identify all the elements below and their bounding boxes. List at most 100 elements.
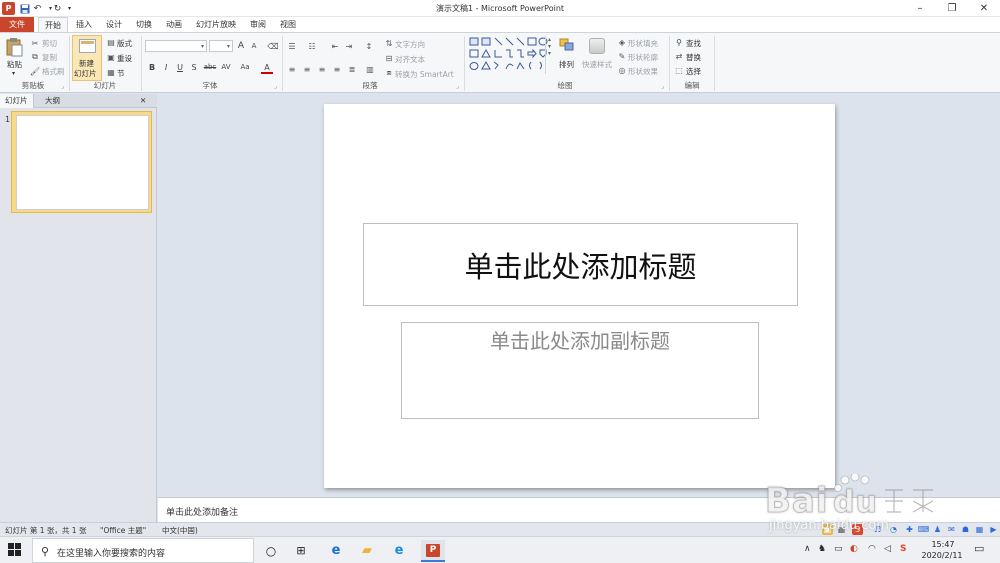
tab-file[interactable]: 文件 (0, 17, 34, 32)
sogou-s-icon[interactable]: S (852, 524, 863, 535)
cut-icon[interactable]: ✂ (30, 38, 40, 48)
file-explorer-icon[interactable]: ▰ (358, 542, 376, 559)
tab-slides[interactable]: 幻灯片 (0, 94, 34, 108)
tab-view[interactable]: 视图 (274, 17, 302, 32)
text-direction-icon[interactable]: ⇅ (384, 38, 394, 48)
shrink-font-button[interactable]: A (248, 42, 260, 50)
close-panel-icon[interactable]: ✕ (140, 94, 146, 108)
replace-icon[interactable]: ⇄ (674, 51, 684, 61)
cut-button[interactable]: 剪切 (42, 38, 57, 49)
theme-status[interactable]: "Office 主题" (100, 525, 146, 536)
smartart-icon[interactable]: ⧈ (384, 68, 394, 78)
align-right-icon[interactable]: ≡ (317, 64, 327, 74)
format-painter-icon[interactable]: 🖌 (30, 66, 40, 76)
slide-sorter-icon[interactable]: ▦ (836, 524, 847, 535)
drawing-launcher-icon[interactable]: ⌟ (661, 83, 664, 90)
grow-font-button[interactable]: A (235, 41, 247, 51)
shadow-button[interactable]: S (188, 63, 200, 72)
tab-animations[interactable]: 动画 (160, 17, 188, 32)
numbering-icon[interactable]: ☷ (307, 41, 317, 51)
select-button[interactable]: 选择 (686, 66, 701, 77)
bold-button[interactable]: B (146, 63, 158, 72)
wifi-icon[interactable]: ◠ (868, 544, 876, 554)
text-direction-button[interactable]: 文字方向 (395, 39, 425, 50)
arrange-button[interactable]: 排列 (559, 59, 574, 70)
title-placeholder[interactable]: 单击此处添加标题 (363, 223, 798, 306)
reset-icon[interactable]: ▣ (106, 52, 116, 62)
bullets-icon[interactable]: ☰ (287, 41, 297, 51)
clear-format-icon[interactable]: ⌫ (267, 41, 278, 51)
slide-thumbnail[interactable] (11, 111, 152, 213)
underline-button[interactable]: U (174, 63, 186, 72)
find-icon[interactable]: ⚲ (674, 37, 684, 47)
close-button[interactable]: ✕ (968, 0, 1000, 17)
shapes-scroll[interactable]: ▴ ▾ ▾ (545, 36, 553, 74)
cortana-icon[interactable]: ○ (262, 542, 280, 559)
shape-fill-button[interactable]: 形状填充 (628, 38, 658, 49)
tray-overflow-icon[interactable]: ∧ (804, 544, 811, 554)
increase-indent-icon[interactable]: ⇥ (344, 41, 354, 51)
paragraph-launcher-icon[interactable]: ⌟ (456, 83, 459, 90)
justify-icon[interactable]: ≡ (332, 64, 342, 74)
volume-icon[interactable]: ◁ (884, 544, 891, 554)
restore-button[interactable]: ❐ (936, 0, 968, 17)
align-text-icon[interactable]: ⊟ (384, 53, 394, 63)
ime-icon-3[interactable]: ✚ (904, 524, 915, 535)
windows-start-icon[interactable] (8, 543, 22, 557)
normal-view-icon[interactable]: ▣ (822, 524, 833, 535)
language-status[interactable]: 中文(中国) (162, 525, 198, 536)
ime-icon-8[interactable]: ▦ (974, 524, 985, 535)
copy-button[interactable]: 复制 (42, 52, 57, 63)
section-button[interactable]: 节 (117, 68, 125, 79)
smartart-button[interactable]: 转换为 SmartArt (395, 69, 454, 80)
tab-outline[interactable]: 大纲 (40, 94, 65, 108)
arrange-icon[interactable] (559, 38, 575, 52)
align-text-button[interactable]: 对齐文本 (395, 54, 425, 65)
columns-icon[interactable]: ▥ (365, 64, 375, 74)
ime-icon-2[interactable]: ◔ (888, 524, 899, 535)
quick-styles-button[interactable]: 快速样式 (582, 59, 612, 70)
tab-transitions[interactable]: 切换 (130, 17, 158, 32)
shape-outline-icon[interactable]: ✎ (617, 51, 627, 61)
shapes-gallery[interactable] (468, 36, 554, 74)
italic-button[interactable]: I (160, 63, 172, 72)
taskbar-clock-time[interactable]: 15:47 (928, 540, 958, 549)
ie-icon[interactable]: e (390, 542, 408, 559)
taskbar-clock-date[interactable]: 2020/2/11 (920, 551, 964, 560)
layout-button[interactable]: 版式 (117, 38, 132, 49)
tab-insert[interactable]: 插入 (70, 17, 98, 32)
replace-button[interactable]: 替换 (686, 52, 701, 63)
change-case-button[interactable]: Aa (238, 63, 252, 71)
paste-icon[interactable] (4, 37, 24, 57)
reset-button[interactable]: 重设 (117, 53, 132, 64)
minimize-button[interactable]: – (904, 0, 936, 17)
shape-outline-button[interactable]: 形状轮廓 (628, 52, 658, 63)
quick-styles-icon[interactable] (589, 38, 605, 54)
edge-icon[interactable]: e (327, 542, 345, 559)
distribute-icon[interactable]: ≣ (347, 64, 357, 74)
battery-icon[interactable]: ▭ (834, 544, 843, 554)
copy-icon[interactable]: ⧉ (30, 52, 40, 62)
align-center-icon[interactable]: ≡ (302, 64, 312, 74)
font-name-combo[interactable]: ▾ (145, 40, 207, 52)
qq-icon[interactable]: ♞ (818, 544, 826, 554)
select-icon[interactable]: ⬚ (674, 65, 684, 75)
notes-pane[interactable]: 单击此处添加备注 (158, 497, 1000, 522)
tab-review[interactable]: 审阅 (244, 17, 272, 32)
ime-icon-7[interactable]: ☗ (960, 524, 971, 535)
shape-effects-icon[interactable]: ◎ (617, 65, 627, 75)
shape-effects-button[interactable]: 形状效果 (628, 66, 658, 77)
ime-icon-6[interactable]: ✉ (946, 524, 957, 535)
align-left-icon[interactable]: ≡ (287, 64, 297, 74)
find-button[interactable]: 查找 (686, 38, 701, 49)
shape-fill-icon[interactable]: ◈ (617, 37, 627, 47)
task-view-icon[interactable]: ⊞ (292, 542, 310, 559)
new-slide-button[interactable]: 新建 幻灯片 (72, 35, 102, 81)
font-size-combo[interactable]: ▾ (209, 40, 233, 52)
ime-icon-9[interactable]: ▶ (988, 524, 999, 535)
sogou-tray-icon[interactable]: S (900, 544, 906, 554)
font-launcher-icon[interactable]: ⌟ (274, 83, 277, 90)
ime-icon-4[interactable]: ⌨ (918, 524, 930, 535)
tray-app-icon[interactable]: ◐ (850, 544, 858, 554)
char-spacing-button[interactable]: AV (219, 63, 233, 71)
